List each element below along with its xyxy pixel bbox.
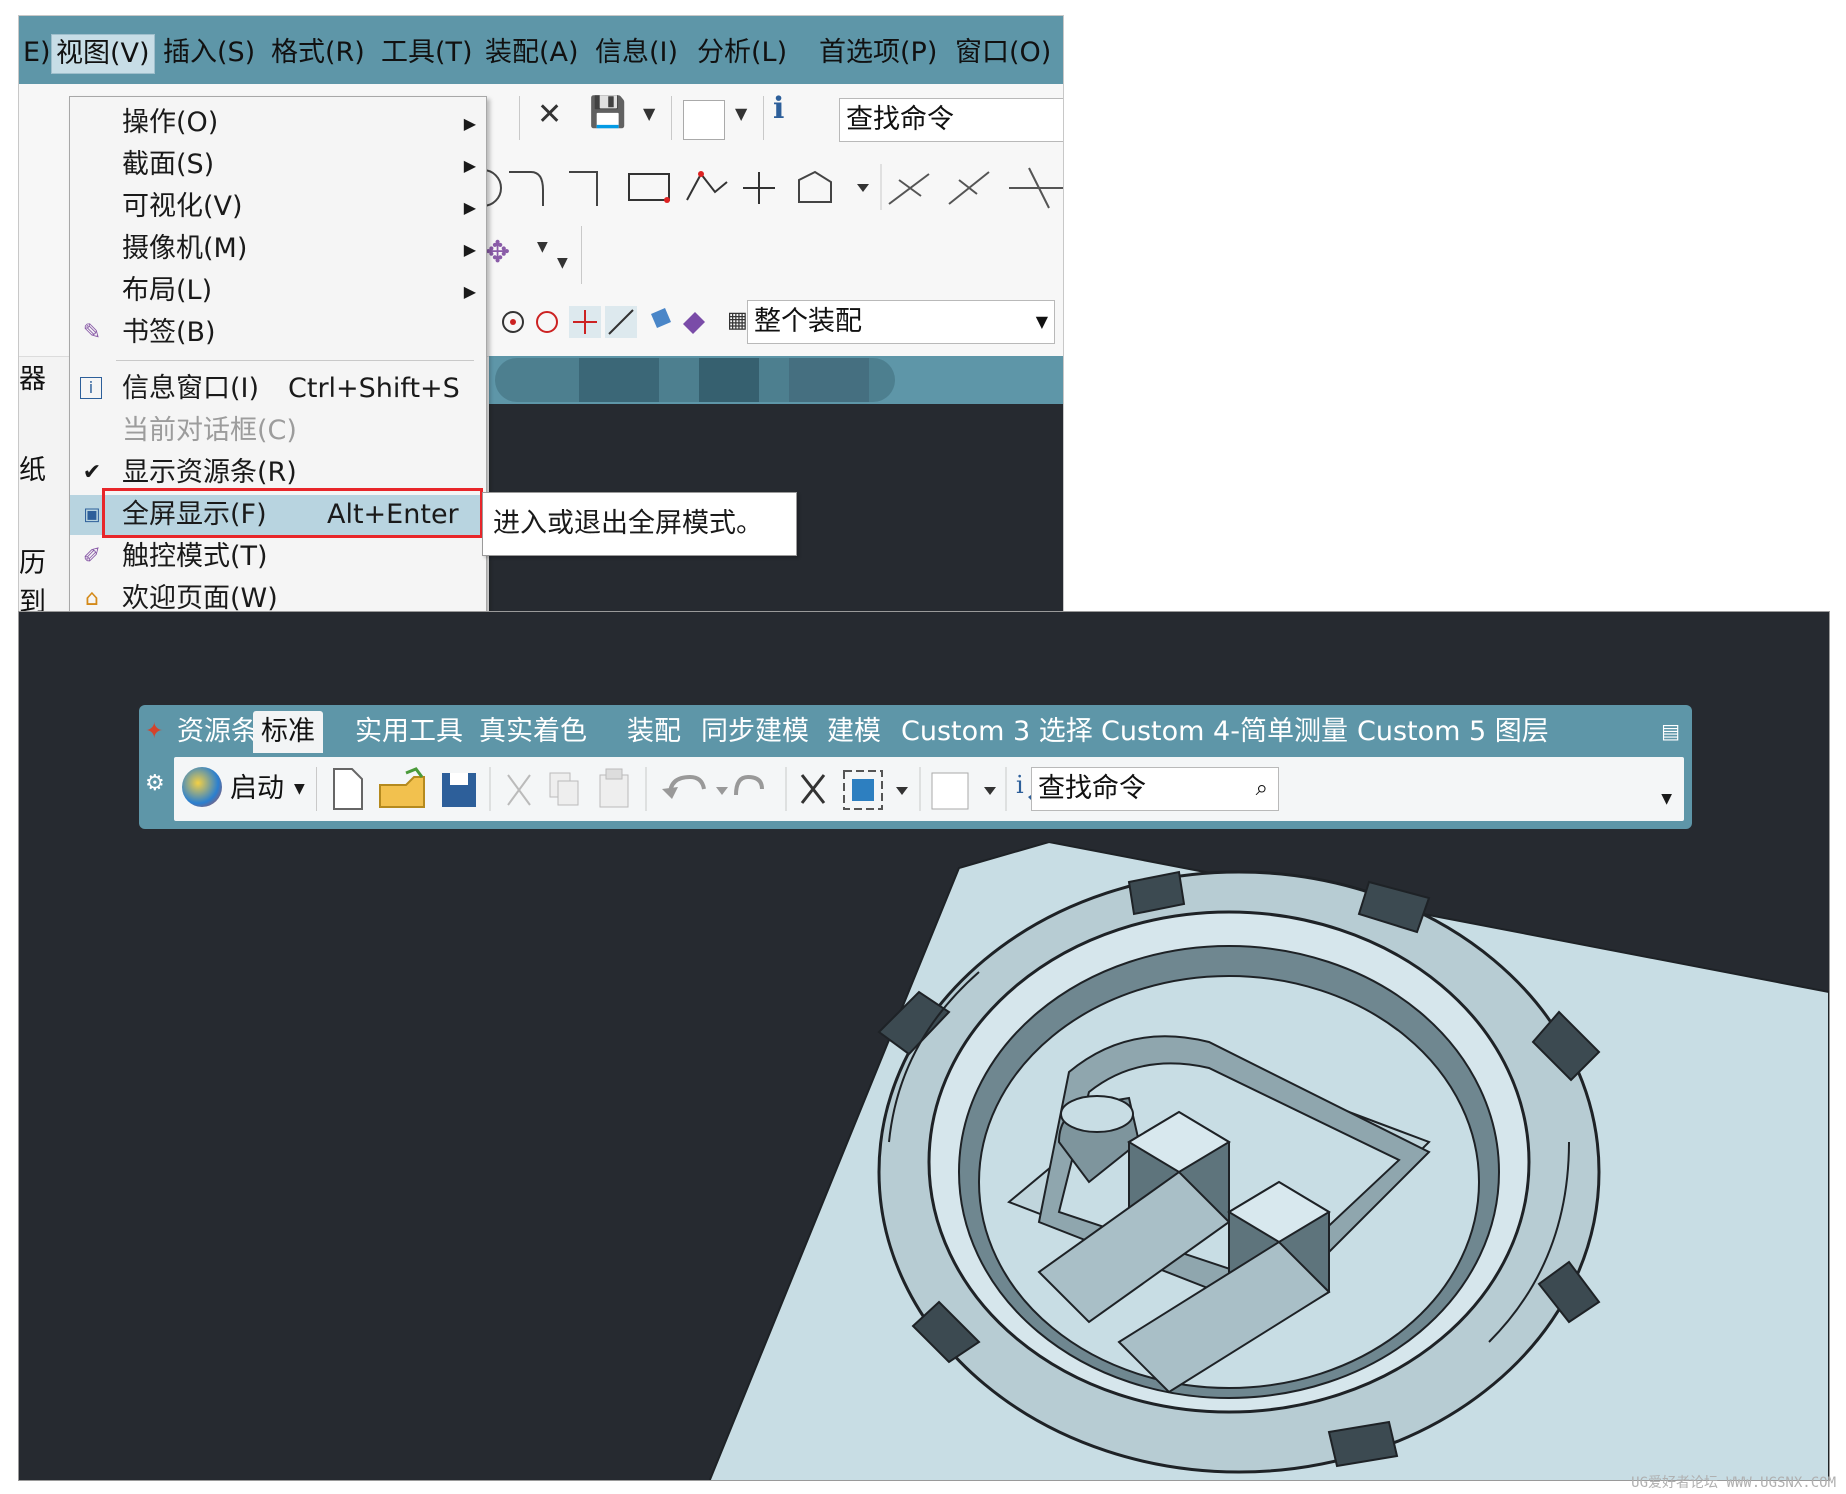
tooltip: 进入或退出全屏模式。	[482, 492, 797, 556]
menu-preferences[interactable]: 首选项(P)	[815, 34, 941, 72]
home-icon: ⌂	[85, 586, 99, 611]
start-icon[interactable]	[182, 767, 222, 807]
chevron-down-icon[interactable]: ▼	[643, 106, 655, 122]
submenu-arrow-icon: ▶	[463, 282, 476, 301]
view-menu-dropdown: 操作(O) ▶ 截面(S) ▶ 可视化(V) ▶ 摄像机(M) ▶ 布局(L) ▶ ✎ 书…	[69, 96, 487, 612]
chevron-down-icon[interactable]: ▼	[537, 240, 548, 254]
menu-item-layout[interactable]: 布局(L) ▶	[70, 271, 486, 311]
menu-insert[interactable]: 插入(S)	[159, 34, 259, 72]
menu-item-touch-mode[interactable]: ✐ 触控模式(T)	[70, 537, 486, 577]
bookmark-icon: ✎	[82, 320, 102, 345]
sliver-label: 到	[19, 587, 46, 613]
snap-point-icons[interactable]	[475, 300, 715, 344]
menubar: E) 视图(V) 插入(S) 格式(R) 工具(T) 装配(A) 信息(I) 分…	[19, 16, 1063, 84]
submenu-arrow-icon: ▶	[463, 114, 476, 133]
menu-tools[interactable]: 工具(T)	[377, 34, 477, 72]
gear-icon[interactable]: ⚙	[145, 771, 165, 796]
sliver-label: 纸	[19, 455, 46, 486]
menu-item-operation[interactable]: 操作(O) ▶	[70, 103, 486, 143]
menu-item-visualization[interactable]: 可视化(V) ▶	[70, 187, 486, 227]
chevron-down-icon[interactable]: ▼	[294, 781, 305, 797]
tab-modeling[interactable]: 建模	[827, 711, 881, 753]
menu-item-bookmark[interactable]: ✎ 书签(B)	[70, 313, 486, 353]
command-search-input[interactable]: 查找命令 ⌕	[1031, 767, 1279, 811]
standard-toolbar: 启动 ▼ i 查找命令 ⌕ ▼	[174, 757, 1684, 821]
menu-item-current-dialog: 当前对话框(C)	[122, 415, 297, 446]
start-button[interactable]: 启动	[230, 757, 284, 821]
tab-custom-4[interactable]: Custom 4-简单测量	[1101, 711, 1348, 753]
menu-item-info-window[interactable]: i 信息窗口(I) Ctrl+Shift+S	[70, 369, 486, 409]
menu-assembly[interactable]: 装配(A)	[481, 34, 583, 72]
sketch-tools-icons[interactable]	[469, 160, 1063, 214]
search-icon: ⌕	[1255, 776, 1268, 801]
toolbar-overflow-icon[interactable]: ▼	[1661, 791, 1672, 807]
tab-standard[interactable]: 标准	[253, 711, 323, 753]
color-swatch[interactable]	[683, 100, 725, 140]
sliver-label: 历	[19, 548, 46, 579]
submenu-arrow-icon: ▶	[463, 240, 476, 259]
touch-icon: ✐	[82, 544, 102, 569]
ribbon-options-icon[interactable]: ▤	[1661, 719, 1680, 743]
title-strip	[489, 356, 1063, 404]
move-component-icon[interactable]: ✥	[485, 238, 510, 268]
info-lookup-icon[interactable]: ℹ	[773, 94, 784, 124]
menu-separator	[116, 360, 474, 361]
menu-analysis[interactable]: 分析(L)	[693, 34, 791, 72]
tab-custom-5[interactable]: Custom 5 图层	[1357, 711, 1549, 753]
fullscreen-ribbon: ✦ 资源条 标准 实用工具 真实着色 装配 同步建模 建模 Custom 3 选…	[139, 705, 1692, 829]
tab-custom-3[interactable]: Custom 3 选择	[901, 711, 1093, 753]
tab-utilities[interactable]: 实用工具	[355, 711, 463, 753]
chevron-down-icon[interactable]: ▼	[735, 106, 747, 122]
save-icon[interactable]: 💾	[589, 98, 626, 128]
submenu-arrow-icon: ▶	[463, 156, 476, 175]
info-icon: i	[80, 377, 102, 399]
checkmark-icon: ✔	[82, 460, 102, 485]
delete-icon[interactable]: ✕	[537, 100, 562, 130]
menu-window[interactable]: 窗口(O)	[951, 34, 1055, 72]
highlight-box	[102, 488, 483, 538]
scope-select[interactable]: 整个装配 ▼	[747, 300, 1055, 344]
menu-item-camera[interactable]: 摄像机(M) ▶	[70, 229, 486, 269]
tab-resource-bar[interactable]: 资源条	[177, 711, 258, 753]
svg-text:i: i	[1016, 771, 1024, 799]
menu-info[interactable]: 信息(I)	[591, 34, 682, 72]
top-screenshot: E) 视图(V) 插入(S) 格式(R) 工具(T) 装配(A) 信息(I) 分…	[18, 15, 1064, 613]
chevron-down-icon[interactable]: ▼	[557, 256, 568, 270]
filter-icon[interactable]: ▦	[727, 310, 748, 332]
fullscreen-icon: ▣	[83, 504, 101, 525]
chevron-down-icon[interactable]: ▼	[1036, 301, 1048, 343]
menu-format[interactable]: 格式(R)	[267, 34, 369, 72]
nx-logo-icon: ✦	[145, 719, 164, 744]
3d-part-model[interactable]	[709, 842, 1829, 1481]
command-search-input[interactable]: 查找命令	[839, 98, 1063, 142]
bottom-screenshot: ✦ 资源条 标准 实用工具 真实着色 装配 同步建模 建模 Custom 3 选…	[18, 611, 1830, 1481]
menu-item-show-resource-bar[interactable]: ✔ 显示资源条(R)	[70, 453, 486, 493]
menu-item-welcome-page[interactable]: ⌂ 欢迎页面(W)	[70, 579, 486, 612]
watermark: UG爱好者论坛 WWW.UGSNX.COM	[1631, 1475, 1836, 1491]
menu-view[interactable]: 视图(V)	[51, 34, 155, 74]
menu-edit[interactable]: E)	[19, 34, 55, 72]
submenu-arrow-icon: ▶	[463, 198, 476, 217]
menu-item-section[interactable]: 截面(S) ▶	[70, 145, 486, 185]
tab-synchronous-modeling[interactable]: 同步建模	[701, 711, 809, 753]
tab-true-shading[interactable]: 真实着色	[479, 711, 587, 753]
tab-assembly[interactable]: 装配	[627, 711, 681, 753]
sliver-label: 器	[19, 364, 46, 395]
